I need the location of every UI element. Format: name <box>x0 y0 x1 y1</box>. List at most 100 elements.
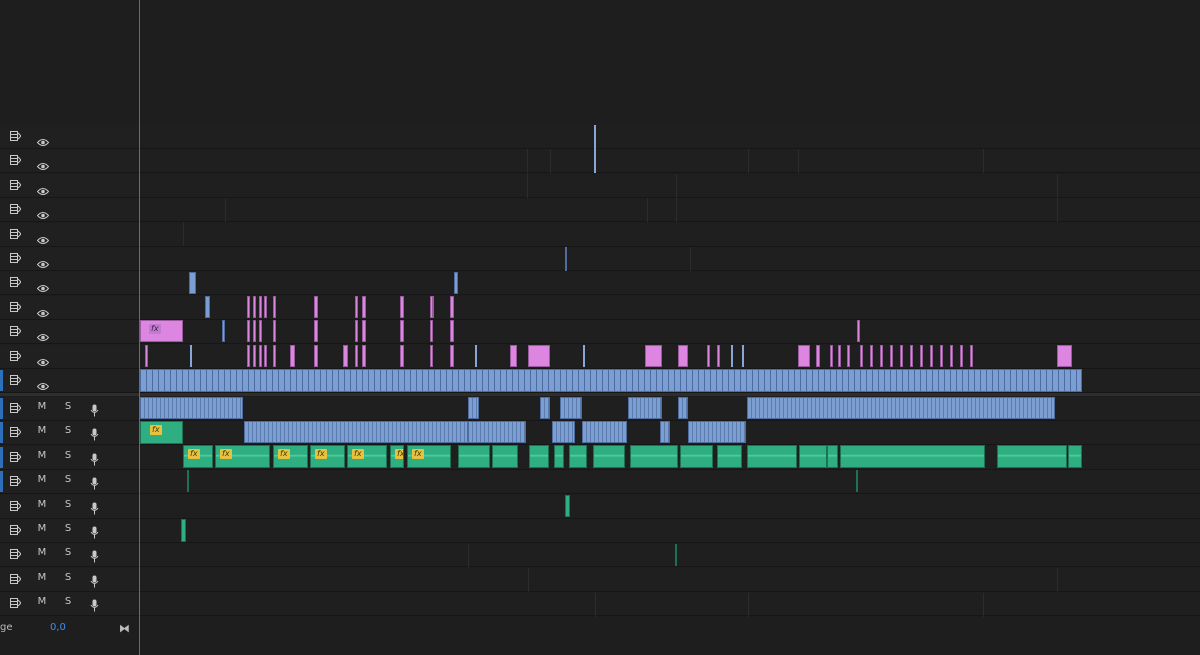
clip[interactable] <box>1057 345 1072 367</box>
mute-button[interactable]: M <box>36 596 48 607</box>
sync-lock-icon[interactable] <box>10 375 21 385</box>
eye-icon[interactable] <box>36 132 50 146</box>
clip[interactable] <box>454 272 458 294</box>
clip[interactable] <box>190 345 192 367</box>
microphone-icon[interactable] <box>90 451 99 466</box>
clip[interactable] <box>565 247 567 271</box>
microphone-icon[interactable] <box>90 573 99 588</box>
video-track-header[interactable] <box>0 345 139 369</box>
eye-icon[interactable] <box>36 254 50 268</box>
audio-clip[interactable]: fx <box>215 445 270 468</box>
clip[interactable] <box>273 320 276 342</box>
sync-lock-icon[interactable] <box>10 403 21 413</box>
clip[interactable] <box>362 320 366 342</box>
audio-track-header[interactable]: MS <box>0 421 139 445</box>
eye-icon[interactable] <box>36 376 50 390</box>
clip[interactable] <box>247 320 250 342</box>
clip[interactable] <box>930 345 933 367</box>
eye-icon[interactable] <box>36 327 50 341</box>
sync-lock-icon[interactable] <box>10 452 21 462</box>
clip[interactable] <box>259 345 262 367</box>
eye-icon[interactable] <box>36 181 50 195</box>
eye-icon[interactable] <box>36 230 50 244</box>
audio-clip[interactable] <box>799 445 827 468</box>
clip[interactable] <box>253 296 256 318</box>
clip[interactable] <box>343 345 348 367</box>
clip[interactable] <box>314 345 318 367</box>
microphone-icon[interactable] <box>90 426 99 441</box>
audio-clip[interactable]: fx <box>273 445 308 468</box>
audio-track-header[interactable]: MS <box>0 592 139 616</box>
clip[interactable] <box>273 296 276 318</box>
sync-lock-icon[interactable] <box>10 427 21 437</box>
solo-button[interactable]: S <box>62 596 74 607</box>
microphone-icon[interactable] <box>90 402 99 417</box>
clip[interactable] <box>145 345 148 367</box>
clip[interactable] <box>960 345 963 367</box>
video-track-lane[interactable] <box>140 125 1200 149</box>
video-track-header[interactable] <box>0 247 139 271</box>
clip[interactable] <box>450 345 454 367</box>
solo-button[interactable]: S <box>62 425 74 436</box>
sync-lock-icon[interactable] <box>10 277 21 287</box>
clip[interactable] <box>742 345 744 367</box>
microphone-icon[interactable] <box>90 475 99 490</box>
clip[interactable] <box>890 345 893 367</box>
audio-clip[interactable] <box>840 445 985 468</box>
clip[interactable] <box>205 296 210 318</box>
clip[interactable] <box>362 296 366 318</box>
solo-button[interactable]: S <box>62 450 74 461</box>
clip[interactable] <box>355 320 358 342</box>
video-track-header[interactable] <box>0 271 139 295</box>
sync-lock-icon[interactable] <box>10 598 21 608</box>
clip[interactable] <box>400 320 404 342</box>
clip[interactable] <box>583 345 585 367</box>
audio-clip[interactable]: fx <box>310 445 345 468</box>
audio-clip[interactable] <box>560 397 582 419</box>
clip[interactable] <box>253 345 256 367</box>
clip[interactable] <box>475 345 477 367</box>
audio-clip[interactable]: fx <box>183 445 213 468</box>
clip[interactable] <box>362 345 366 367</box>
sync-lock-icon[interactable] <box>10 549 21 559</box>
solo-button[interactable]: S <box>62 572 74 583</box>
clip[interactable] <box>816 345 820 367</box>
clip[interactable] <box>290 345 295 367</box>
mute-button[interactable]: M <box>36 474 48 485</box>
clip[interactable] <box>259 320 262 342</box>
mute-button[interactable]: M <box>36 547 48 558</box>
video-audio-divider[interactable] <box>0 393 1200 396</box>
mute-button[interactable]: M <box>36 499 48 510</box>
audio-clip[interactable] <box>140 397 243 419</box>
microphone-icon[interactable] <box>90 548 99 563</box>
audio-clip[interactable]: fx <box>390 445 404 468</box>
audio-clip[interactable] <box>554 445 564 468</box>
audio-track-header[interactable]: MS <box>0 446 139 470</box>
audio-clip[interactable]: fx <box>407 445 451 468</box>
eye-icon[interactable] <box>36 156 50 170</box>
video-track-lane[interactable] <box>140 223 1200 247</box>
clip[interactable] <box>528 345 550 367</box>
clip[interactable] <box>314 296 318 318</box>
audio-track-lane[interactable] <box>140 568 1200 592</box>
audio-clip[interactable] <box>856 470 858 492</box>
sync-lock-icon[interactable] <box>10 574 21 584</box>
clip[interactable] <box>430 345 433 367</box>
microphone-icon[interactable] <box>90 597 99 612</box>
sync-lock-icon[interactable] <box>10 229 21 239</box>
audio-clip[interactable] <box>582 421 627 443</box>
video-track-header[interactable] <box>0 296 139 320</box>
clip[interactable] <box>678 345 688 367</box>
clip[interactable] <box>355 345 358 367</box>
clip[interactable] <box>510 345 517 367</box>
audio-clip[interactable]: fx <box>140 421 183 444</box>
clip[interactable] <box>140 369 1082 392</box>
audio-clip[interactable] <box>660 421 670 443</box>
audio-track-header[interactable]: MS <box>0 397 139 421</box>
clip[interactable] <box>900 345 903 367</box>
audio-clip[interactable] <box>997 445 1067 468</box>
audio-clip[interactable] <box>244 421 468 443</box>
mute-button[interactable]: M <box>36 523 48 534</box>
clip[interactable] <box>830 345 833 367</box>
clip[interactable] <box>860 345 863 367</box>
